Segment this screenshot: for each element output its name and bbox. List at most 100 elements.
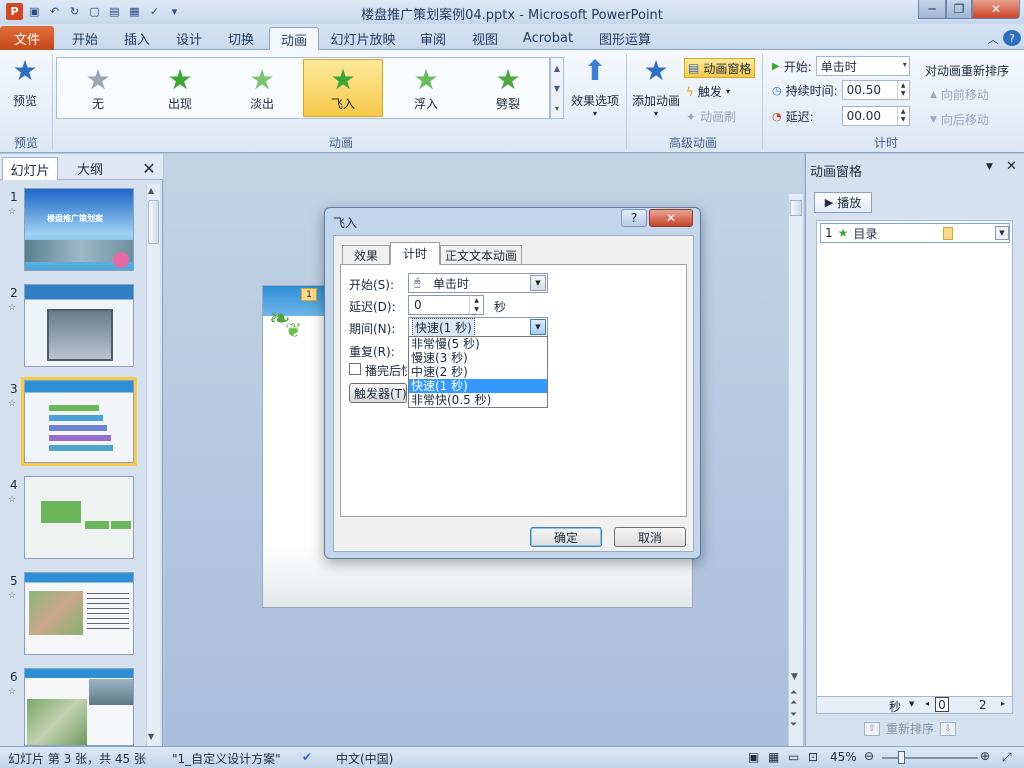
animation-list-item[interactable]: 1 ★ 目录 ▼: [820, 223, 1010, 243]
tab-insert[interactable]: 插入: [112, 27, 162, 50]
previous-slide-icon[interactable]: ⏶ ⏶: [790, 688, 797, 708]
theme-name[interactable]: "1_自定义设计方案": [172, 750, 281, 767]
move-up-icon[interactable]: ⇧: [864, 721, 880, 736]
scroll-down-icon[interactable]: ▼: [148, 732, 154, 741]
normal-view-icon[interactable]: ▣: [748, 750, 759, 764]
tab-home[interactable]: 开始: [60, 27, 110, 50]
period-option[interactable]: 慢速(3 秒): [409, 351, 547, 365]
tab-view[interactable]: 视图: [460, 27, 510, 50]
tab-review[interactable]: 审阅: [408, 27, 458, 50]
period-option-selected[interactable]: 快速(1 秒): [409, 379, 547, 393]
trigger-button[interactable]: ϟ 触发 ▾: [686, 83, 730, 100]
period-combo[interactable]: 快速(1 秒) ▼: [408, 317, 548, 337]
scale-right-icon[interactable]: ▸: [1001, 699, 1005, 708]
preview-button[interactable]: ★ 预览: [4, 56, 46, 109]
scroll-down-icon[interactable]: ▼: [554, 84, 560, 93]
dialog-tab-effect[interactable]: 效果: [342, 245, 390, 265]
dialog-tab-text-animation[interactable]: 正文文本动画: [440, 245, 522, 265]
maximize-button[interactable]: ❐: [946, 0, 972, 19]
scroll-up-icon[interactable]: ▲: [554, 64, 560, 73]
tab-animations[interactable]: 动画: [269, 27, 319, 50]
slide-sorter-icon[interactable]: ▦: [768, 750, 779, 764]
dropdown-arrow-icon[interactable]: ▼: [909, 700, 914, 708]
gallery-item-fade[interactable]: ★ 淡出: [222, 59, 302, 117]
move-earlier-button[interactable]: ▲ 向前移动: [930, 86, 989, 103]
help-icon[interactable]: ?: [1003, 30, 1021, 46]
minimize-button[interactable]: ─: [918, 0, 946, 19]
slide-thumbnail[interactable]: [24, 572, 134, 655]
slideshow-view-icon[interactable]: ⊡: [808, 750, 818, 764]
scroll-up-icon[interactable]: ▲: [148, 186, 154, 195]
pane-menu-icon[interactable]: ▼: [986, 162, 993, 172]
spinner-arrows-icon[interactable]: ▲ ▼: [469, 296, 483, 314]
delay-spinner[interactable]: 0 ▲ ▼: [408, 295, 484, 315]
tab-slideshow[interactable]: 幻灯片放映: [324, 27, 402, 50]
collapse-ribbon-icon[interactable]: ︿: [984, 27, 1002, 50]
spell-check-icon[interactable]: ✔: [302, 750, 312, 764]
zoom-out-icon[interactable]: ⊖: [864, 749, 874, 763]
scale-left-icon[interactable]: ◂: [925, 699, 929, 708]
zoom-in-icon[interactable]: ⊕: [980, 749, 990, 763]
start-select[interactable]: 单击时 ▾: [815, 56, 910, 76]
add-animation-button[interactable]: ★ 添加动画 ▾: [630, 56, 682, 119]
slide-thumbnail[interactable]: [24, 668, 134, 746]
move-down-icon[interactable]: ⇩: [940, 721, 957, 736]
period-option[interactable]: 中速(2 秒): [409, 365, 547, 379]
gallery-item-fly-in[interactable]: ★ 飞入: [303, 59, 383, 117]
dialog-close-button[interactable]: ✕: [649, 209, 693, 227]
dropdown-arrow-icon[interactable]: ▼: [530, 275, 546, 291]
start-combo[interactable]: 🖰 单击时 ▼: [408, 273, 548, 293]
slides-scrollbar[interactable]: ▲ ▼: [146, 184, 160, 746]
period-option[interactable]: 非常快(0.5 秒): [409, 393, 547, 407]
trigger-button[interactable]: 触发器(T): [349, 383, 407, 403]
close-pane-icon[interactable]: ✕: [1006, 159, 1017, 174]
animation-painter-button[interactable]: ✦ 动画刷: [686, 108, 736, 125]
gallery-item-none[interactable]: ★ 无: [58, 59, 138, 117]
period-option[interactable]: 非常慢(5 秒): [409, 337, 547, 351]
zoom-level[interactable]: 45%: [830, 750, 857, 764]
reading-view-icon[interactable]: ▭: [788, 750, 799, 764]
rewind-checkbox[interactable]: [349, 363, 361, 375]
tab-transitions[interactable]: 切换: [216, 27, 266, 50]
gallery-item-split[interactable]: ★ 劈裂: [468, 59, 548, 117]
close-window-button[interactable]: ✕: [972, 0, 1020, 19]
tab-acrobat[interactable]: Acrobat: [516, 27, 580, 50]
dropdown-arrow-icon[interactable]: ▼: [530, 319, 546, 335]
play-button[interactable]: ▶ 播放: [814, 192, 872, 213]
scroll-down-icon[interactable]: ▼: [791, 672, 798, 682]
scroll-thumb[interactable]: [148, 200, 159, 244]
slide-vertical-scrollbar[interactable]: ▼ ⏶ ⏶ ⏷ ⏷: [788, 194, 803, 746]
slide-thumbnail[interactable]: 楼盘推广策划案: [24, 188, 134, 271]
close-pane-icon[interactable]: ✕: [140, 157, 158, 180]
language[interactable]: 中文(中国): [336, 750, 393, 767]
scroll-thumb[interactable]: [790, 200, 802, 216]
item-dropdown-icon[interactable]: ▼: [995, 226, 1009, 240]
animation-order-tag[interactable]: 1: [301, 288, 317, 301]
gallery-item-appear[interactable]: ★ 出现: [140, 59, 220, 117]
move-later-button[interactable]: ▼ 向后移动: [930, 111, 989, 128]
dialog-tab-timing[interactable]: 计时: [390, 242, 440, 265]
spinner-arrows-icon[interactable]: ▲ ▼: [896, 107, 909, 125]
spinner-arrows-icon[interactable]: ▲ ▼: [896, 81, 909, 99]
slide-thumbnail-current[interactable]: [21, 377, 137, 466]
fit-to-window-icon[interactable]: ⤢: [1002, 750, 1012, 765]
gallery-more-icon[interactable]: ▾: [555, 104, 559, 113]
cancel-button[interactable]: 取消: [614, 527, 686, 547]
effect-options-button[interactable]: ⬆ 效果选项 ▾: [568, 56, 622, 119]
tab-file[interactable]: 文件: [0, 26, 54, 50]
gallery-item-float-in[interactable]: ★ 浮入: [386, 59, 466, 117]
animation-pane-button[interactable]: ▤ 动画窗格: [684, 58, 756, 78]
slide-thumbnail[interactable]: [24, 284, 134, 367]
gallery-scroll[interactable]: ▲ ▼ ▾: [550, 57, 564, 119]
next-slide-icon[interactable]: ⏷ ⏷: [790, 710, 797, 730]
duration-spinner[interactable]: 00.50 ▲ ▼: [841, 80, 910, 100]
zoom-slider[interactable]: [882, 757, 978, 759]
dialog-help-button[interactable]: ?: [621, 209, 647, 227]
tab-outline[interactable]: 大纲: [62, 157, 118, 180]
tab-slides[interactable]: 幻灯片: [2, 157, 58, 180]
ok-button[interactable]: 确定: [530, 527, 602, 547]
zoom-slider-thumb[interactable]: [898, 751, 905, 764]
tab-design[interactable]: 设计: [164, 27, 214, 50]
slide-thumbnail[interactable]: [24, 476, 134, 559]
delay-spinner[interactable]: 00.00 ▲ ▼: [841, 106, 910, 126]
